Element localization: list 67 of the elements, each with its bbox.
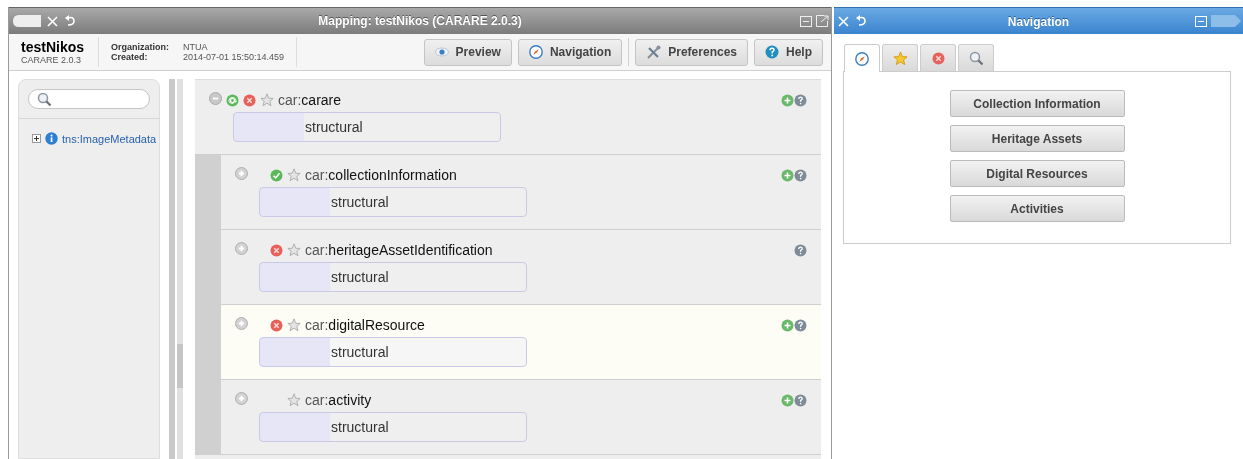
scroll-thumb[interactable] [177, 344, 183, 388]
help-button[interactable]: Help [754, 38, 823, 66]
navigation-button[interactable]: Navigation [517, 38, 623, 66]
value-field[interactable]: structural [259, 187, 527, 217]
field-value: NTUA [183, 42, 209, 52]
tab[interactable] [844, 44, 880, 72]
value-field[interactable]: structural [259, 262, 527, 292]
field-value: 2014-07-01 15:50:14.459 [183, 52, 285, 62]
add-icon[interactable] [781, 393, 794, 407]
search-field[interactable] [28, 89, 150, 109]
tab[interactable] [882, 44, 918, 71]
section-button[interactable]: Collection Information [949, 90, 1125, 117]
star-icon[interactable] [287, 393, 301, 407]
section-button[interactable]: Digital Resources [949, 160, 1125, 187]
help-icon [765, 45, 779, 59]
field-label: Created: [111, 52, 149, 62]
element-name: car:carare [278, 92, 342, 108]
element-name: car:heritageAssetIdentification [305, 242, 493, 258]
tab[interactable] [920, 44, 956, 71]
tab-icon[interactable] [1211, 15, 1241, 27]
value-field[interactable]: structural [259, 337, 527, 367]
info-icon [45, 132, 58, 145]
star-icon[interactable] [287, 168, 301, 182]
star-icon [892, 50, 908, 66]
help-icon[interactable] [794, 243, 807, 257]
add-icon[interactable] [781, 318, 794, 332]
schema-version: CARARE 2.0.3 [21, 55, 83, 65]
tree-link[interactable]: tns:ImageMetadata [62, 132, 157, 145]
help-icon[interactable] [794, 93, 807, 107]
star-icon[interactable] [260, 93, 274, 107]
section-button[interactable]: Heritage Assets [949, 125, 1125, 152]
collapse-icon[interactable] [209, 92, 222, 105]
add-icon[interactable] [781, 168, 794, 182]
resize-icon[interactable] [800, 15, 812, 27]
tab-icon[interactable] [13, 15, 41, 27]
expand-icon[interactable] [32, 134, 41, 143]
preview-button[interactable]: Preview [423, 38, 512, 66]
compass-icon [528, 45, 543, 59]
window-title: Mapping: testNikos (CARARE 2.0.3) [318, 14, 522, 28]
help-icon[interactable] [794, 318, 807, 332]
export-icon[interactable] [816, 15, 829, 27]
compass-icon [855, 51, 869, 66]
preferences-button[interactable]: Preferences [635, 38, 748, 66]
help-icon[interactable] [794, 168, 807, 182]
error-icon [931, 51, 945, 65]
star-icon[interactable] [287, 318, 301, 332]
element-name: car:collectionInformation [305, 167, 457, 183]
value-field[interactable]: structural [233, 112, 501, 142]
field-label: Organization: [111, 42, 170, 52]
eye-icon [434, 47, 449, 57]
star-icon[interactable] [287, 243, 301, 257]
value-field[interactable]: structural [259, 412, 527, 442]
window-title: Navigation [1007, 15, 1070, 29]
tools-icon [646, 44, 662, 60]
mapping-name: testNikos [21, 39, 85, 55]
element-name: car:digitalResource [305, 317, 425, 333]
close-icon[interactable] [838, 15, 849, 27]
search-icon [37, 91, 52, 107]
undo-icon[interactable] [64, 15, 76, 27]
close-icon[interactable] [47, 15, 58, 27]
help-icon[interactable] [794, 393, 807, 407]
add-icon[interactable] [781, 93, 794, 107]
undo-icon[interactable] [855, 15, 867, 27]
search-icon [968, 50, 984, 66]
tab[interactable] [958, 44, 994, 71]
section-button[interactable]: Activities [949, 195, 1125, 222]
element-name: car:activity [305, 392, 372, 408]
